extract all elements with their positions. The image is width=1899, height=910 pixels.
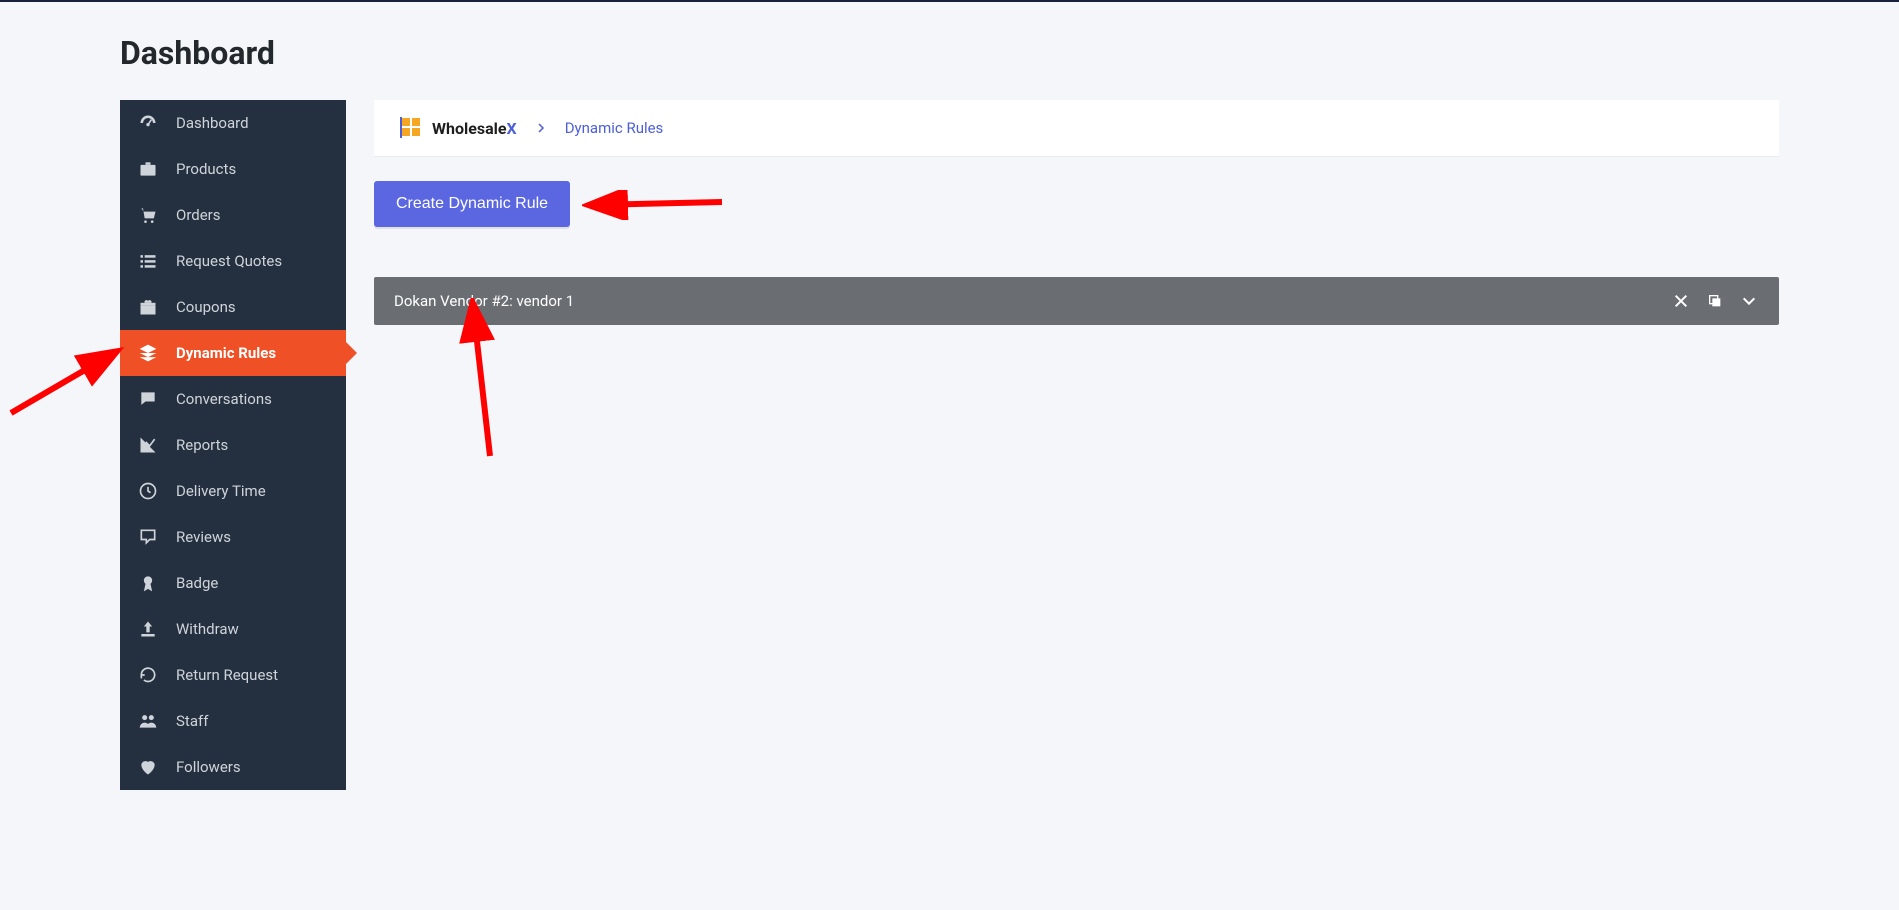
sidebar-item-label: Delivery Time [176, 482, 266, 500]
chevron-down-icon[interactable] [1739, 291, 1759, 311]
layers-icon [138, 343, 158, 363]
sidebar-item-badge[interactable]: Badge [120, 560, 346, 606]
sidebar-item-label: Dynamic Rules [176, 344, 276, 362]
comment-icon [138, 527, 158, 547]
sidebar-item-withdraw[interactable]: Withdraw [120, 606, 346, 652]
sidebar-item-conversations[interactable]: Conversations [120, 376, 346, 422]
chart-icon [138, 435, 158, 455]
create-dynamic-rule-button[interactable]: Create Dynamic Rule [374, 181, 570, 227]
upload-icon [138, 619, 158, 639]
sidebar-item-label: Request Quotes [176, 252, 282, 270]
sidebar-item-label: Return Request [176, 666, 278, 684]
sidebar-item-reports[interactable]: Reports [120, 422, 346, 468]
sidebar-item-dashboard[interactable]: Dashboard [120, 100, 346, 146]
gauge-icon [138, 113, 158, 133]
sidebar-item-label: Products [176, 160, 236, 178]
sidebar-item-orders[interactable]: Orders [120, 192, 346, 238]
refresh-icon [138, 665, 158, 685]
sidebar-item-delivery-time[interactable]: Delivery Time [120, 468, 346, 514]
main-content: WholesaleX Dynamic Rules Create Dynamic … [374, 100, 1779, 325]
brand-text: WholesaleX [432, 119, 517, 138]
award-icon [138, 573, 158, 593]
users-icon [138, 711, 158, 731]
briefcase-icon [138, 159, 158, 179]
gift-icon [138, 297, 158, 317]
rule-label: Dokan Vendor #2: vendor 1 [394, 292, 1671, 310]
list-icon [138, 251, 158, 271]
sidebar-item-reviews[interactable]: Reviews [120, 514, 346, 560]
sidebar-item-label: Orders [176, 206, 221, 224]
sidebar-item-label: Reports [176, 436, 228, 454]
sidebar-item-dynamic-rules[interactable]: Dynamic Rules [120, 330, 346, 376]
sidebar-item-label: Withdraw [176, 620, 239, 638]
sidebar-item-coupons[interactable]: Coupons [120, 284, 346, 330]
brand[interactable]: WholesaleX [400, 116, 517, 140]
sidebar-item-staff[interactable]: Staff [120, 698, 346, 744]
sidebar-item-label: Staff [176, 712, 208, 730]
sidebar-item-followers[interactable]: Followers [120, 744, 346, 790]
sidebar-item-label: Followers [176, 758, 241, 776]
sidebar-item-label: Badge [176, 574, 218, 592]
clock-icon [138, 481, 158, 501]
chat-icon [138, 389, 158, 409]
sidebar: Dashboard Products Orders Request Quotes Cou… [120, 100, 346, 790]
breadcrumb-current[interactable]: Dynamic Rules [565, 119, 664, 137]
sidebar-item-label: Coupons [176, 298, 236, 316]
breadcrumb: WholesaleX Dynamic Rules [374, 100, 1779, 157]
rule-actions [1671, 291, 1759, 311]
sidebar-item-products[interactable]: Products [120, 146, 346, 192]
sidebar-item-label: Conversations [176, 390, 272, 408]
sidebar-item-label: Dashboard [176, 114, 249, 132]
page-title: Dashboard [120, 34, 1779, 72]
heart-icon [138, 757, 158, 777]
cart-icon [138, 205, 158, 225]
copy-icon[interactable] [1705, 291, 1725, 311]
rule-row[interactable]: Dokan Vendor #2: vendor 1 [374, 277, 1779, 325]
chevron-right-icon [535, 119, 547, 138]
brand-logo-icon [400, 116, 424, 140]
sidebar-item-request-quotes[interactable]: Request Quotes [120, 238, 346, 284]
sidebar-item-return-request[interactable]: Return Request [120, 652, 346, 698]
sidebar-item-label: Reviews [176, 528, 231, 546]
close-icon[interactable] [1671, 291, 1691, 311]
